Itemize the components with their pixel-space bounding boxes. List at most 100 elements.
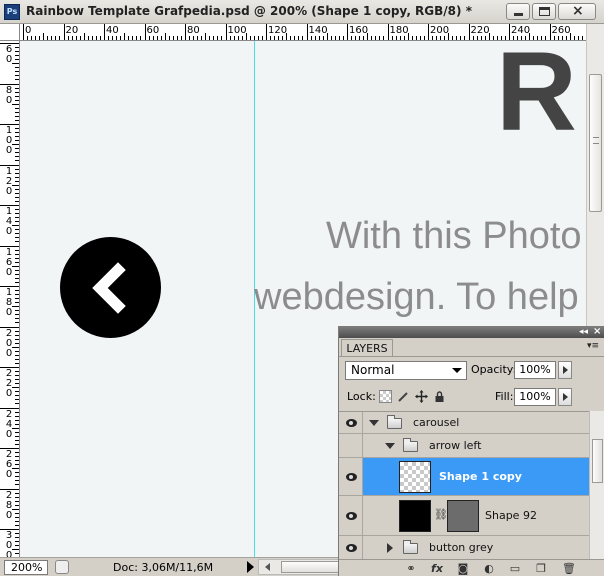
ruler-tick: [294, 36, 296, 40]
ruler-label: 140: [308, 25, 328, 36]
collapse-panel-icon[interactable]: ◂◂: [579, 327, 588, 337]
ruler-tick: [286, 33, 288, 40]
layer-row-button-grey[interactable]: button grey: [339, 536, 589, 559]
layers-panel: ◂◂ × LAYERS ▾≡ Normal Opacity: 100% Lock…: [338, 326, 604, 576]
ruler-origin[interactable]: [0, 24, 20, 41]
ruler-tick: [15, 136, 19, 138]
panel-header-strip[interactable]: ◂◂ ×: [339, 327, 604, 338]
ruler-tick: [403, 36, 405, 40]
new-layer-icon[interactable]: ❐: [533, 562, 549, 576]
fx-icon[interactable]: fx: [429, 562, 445, 576]
ruler-tick: [15, 172, 19, 174]
scroll-left-icon[interactable]: [265, 563, 270, 571]
visibility-toggle[interactable]: [339, 496, 363, 535]
trash-icon[interactable]: 🗑: [561, 562, 577, 576]
lock-image-pixels-icon[interactable]: [397, 390, 410, 403]
ruler-tick: [15, 95, 19, 97]
fill-slider-button[interactable]: [558, 388, 572, 406]
vertical-scroll-thumb[interactable]: [589, 74, 602, 212]
zoom-field[interactable]: 200%: [4, 560, 48, 575]
ruler-tick: [116, 36, 118, 40]
ruler-tick: [233, 36, 235, 40]
visibility-toggle[interactable]: [339, 536, 363, 559]
opacity-field[interactable]: 100%: [514, 361, 556, 379]
opacity-slider-button[interactable]: [558, 361, 572, 379]
ruler-tick: [569, 33, 571, 40]
lock-label: Lock:: [347, 390, 376, 403]
blend-mode-select[interactable]: Normal: [345, 361, 467, 380]
tab-layers[interactable]: LAYERS: [341, 339, 393, 357]
link-icon[interactable]: ⛓: [434, 508, 448, 521]
ruler-tick: [15, 132, 19, 134]
add-mask-icon[interactable]: ◙: [455, 562, 471, 576]
close-panel-icon[interactable]: ×: [593, 327, 601, 337]
new-group-icon[interactable]: ▭: [507, 562, 523, 576]
lock-transparency-icon[interactable]: [379, 390, 392, 403]
ruler-tick: [15, 119, 19, 121]
ruler-tick: [0, 164, 19, 166]
ruler-tick: [15, 281, 19, 283]
ruler-tick: [15, 318, 19, 320]
expand-group-icon[interactable]: [387, 543, 393, 553]
ruler-tick: [15, 520, 19, 522]
ruler-tick: [0, 286, 19, 287]
ruler-tick: [12, 225, 19, 227]
chevron-down-icon: [452, 368, 462, 373]
ruler-tick: [15, 375, 19, 377]
ruler-tick: [15, 261, 19, 263]
ruler-tick: [15, 257, 19, 259]
expand-group-icon[interactable]: [385, 443, 395, 449]
ruler-tick: [15, 399, 19, 401]
horizontal-scroll-thumb[interactable]: [281, 561, 341, 573]
ruler-tick: [15, 176, 19, 178]
ruler-tick: [15, 464, 19, 466]
layer-row-arrow-left[interactable]: arrow left: [339, 434, 589, 458]
status-menu-arrow-icon[interactable]: [247, 561, 254, 573]
ruler-label: 300: [5, 530, 13, 558]
visibility-toggle[interactable]: [339, 434, 363, 457]
ruler-tick: [15, 545, 19, 547]
panel-menu-icon[interactable]: ▾≡: [587, 341, 599, 351]
layer-row-shape-1-copy[interactable]: Shape 1 copy: [339, 458, 589, 496]
layers-scrollbar[interactable]: [589, 411, 604, 559]
lock-all-icon[interactable]: [433, 390, 446, 403]
title-bar[interactable]: Ps Rainbow Template Grafpedia.psd @ 200%…: [0, 0, 604, 24]
layers-scroll-thumb[interactable]: [592, 439, 603, 483]
ruler-tick: [310, 36, 312, 40]
status-info-icon[interactable]: [55, 560, 69, 574]
ruler-tick: [0, 529, 19, 530]
horizontal-scrollbar[interactable]: [258, 559, 342, 575]
adjustment-layer-icon[interactable]: ◐: [481, 562, 497, 576]
ruler-label: 60: [5, 44, 13, 65]
ruler-tick: [15, 188, 19, 190]
link-layers-icon[interactable]: ⚭: [403, 562, 419, 576]
close-button[interactable]: ×: [558, 3, 596, 20]
layer-row-carousel[interactable]: carousel: [339, 412, 589, 434]
ruler-tick: [0, 407, 19, 409]
minimize-button[interactable]: [506, 3, 530, 20]
ruler-tick: [15, 379, 19, 381]
ruler-tick: [63, 24, 65, 40]
maximize-button[interactable]: [532, 3, 556, 20]
ruler-tick: [533, 36, 535, 40]
ruler-tick: [423, 36, 425, 40]
ruler-tick: [140, 36, 142, 40]
ruler-tick: [529, 33, 531, 40]
ruler-tick: [35, 36, 37, 40]
fill-field[interactable]: 100%: [514, 388, 556, 406]
ruler-tick: [15, 91, 19, 93]
visibility-toggle[interactable]: [339, 412, 363, 433]
vertical-ruler[interactable]: 60 80 100 120 140 160 180 200 220 240 260 280 300: [0, 41, 20, 557]
lock-position-icon[interactable]: [415, 390, 428, 403]
visibility-toggle[interactable]: [339, 458, 363, 495]
ruler-tick: [217, 36, 219, 40]
ruler-tick: [0, 43, 19, 44]
ruler-tick: [27, 36, 29, 40]
photoshop-app-icon[interactable]: Ps: [4, 4, 20, 20]
ruler-tick: [15, 512, 19, 514]
ruler-tick: [71, 36, 73, 40]
ruler-tick: [120, 36, 122, 40]
layer-row-shape-92[interactable]: ⛓ Shape 92: [339, 496, 589, 536]
horizontal-ruler[interactable]: 0 20 40 60 80 100 120 140 160 180 200 220 240 260: [20, 24, 586, 41]
expand-group-icon[interactable]: [369, 420, 379, 426]
